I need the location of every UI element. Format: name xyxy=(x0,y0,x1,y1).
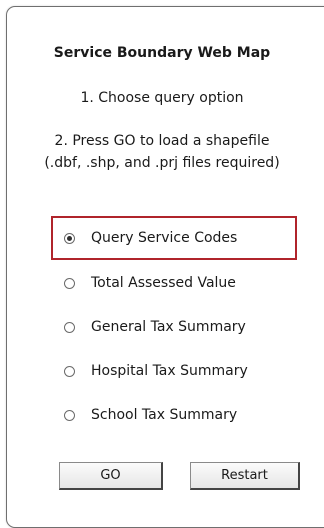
restart-button[interactable]: Restart xyxy=(190,462,300,490)
radio-option-school-tax-summary[interactable]: School Tax Summary xyxy=(64,405,237,425)
option-label: Query Service Codes xyxy=(91,229,238,246)
radio-option-query-service-codes[interactable]: Query Service Codes xyxy=(64,228,237,248)
panel-title: Service Boundary Web Map xyxy=(53,45,271,61)
radio-unselected-icon[interactable] xyxy=(64,277,75,289)
radio-option-total-assessed-value[interactable]: Total Assessed Value xyxy=(64,273,236,293)
option-label: Hospital Tax Summary xyxy=(91,362,248,379)
radio-unselected-icon[interactable] xyxy=(64,409,75,421)
radio-option-general-tax-summary[interactable]: General Tax Summary xyxy=(64,317,246,337)
query-panel xyxy=(6,6,324,528)
go-button[interactable]: GO xyxy=(59,462,163,490)
radio-selected-icon[interactable] xyxy=(64,232,75,244)
radio-option-hospital-tax-summary[interactable]: Hospital Tax Summary xyxy=(64,361,248,381)
option-label: Total Assessed Value xyxy=(91,274,236,291)
radio-unselected-icon[interactable] xyxy=(64,321,75,333)
radio-unselected-icon[interactable] xyxy=(64,365,75,377)
instruction-step-1: 1. Choose query option xyxy=(80,90,244,106)
instruction-step-2: 2. Press GO to load a shapefile xyxy=(54,133,270,149)
instruction-step-2-note: (.dbf, .shp, and .prj files required) xyxy=(44,155,280,171)
option-label: General Tax Summary xyxy=(91,318,246,335)
option-label: School Tax Summary xyxy=(91,406,238,423)
